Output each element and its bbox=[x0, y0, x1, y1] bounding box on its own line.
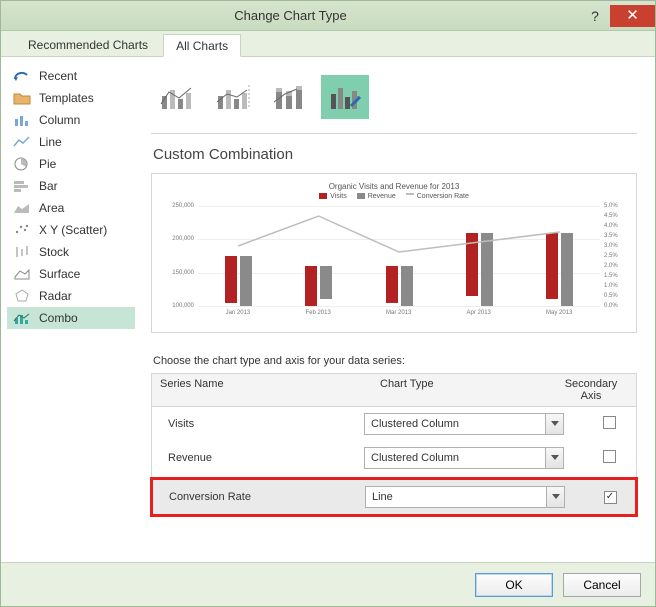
sidebar-item-area[interactable]: Area bbox=[7, 197, 135, 219]
sidebar-item-label: Stock bbox=[39, 245, 69, 259]
section-title: Custom Combination bbox=[153, 146, 637, 163]
surface-chart-icon bbox=[13, 267, 31, 281]
main-panel: Custom Combination Organic Visits and Re… bbox=[141, 57, 655, 562]
sidebar-item-label: Pie bbox=[39, 157, 56, 171]
tab-recommended-charts[interactable]: Recommended Charts bbox=[15, 33, 161, 56]
chevron-down-icon bbox=[545, 448, 563, 468]
chart-type-select-visits[interactable]: Clustered Column bbox=[364, 413, 564, 435]
close-button[interactable]: ✕ bbox=[610, 5, 655, 27]
chart-preview: Organic Visits and Revenue for 2013 Visi… bbox=[151, 173, 637, 333]
sidebar-item-bar[interactable]: Bar bbox=[7, 175, 135, 197]
secondary-axis-checkbox-visits[interactable] bbox=[603, 416, 616, 429]
header-chart-type: Chart Type bbox=[372, 374, 546, 406]
sidebar-item-surface[interactable]: Surface bbox=[7, 263, 135, 285]
y-axis-right: 5.0%4.5%4.0%3.5%3.0%2.5%2.0%1.5%1.0%0.5%… bbox=[602, 206, 624, 306]
dialog-body: Recent Templates Column Line Pie Bar bbox=[1, 57, 655, 562]
sidebar-item-label: Radar bbox=[39, 289, 72, 303]
tab-all-charts[interactable]: All Charts bbox=[163, 34, 241, 57]
sidebar-item-label: Bar bbox=[39, 179, 58, 193]
select-value: Clustered Column bbox=[365, 452, 545, 464]
series-table-header: Series Name Chart Type Secondary Axis bbox=[152, 374, 636, 407]
combo-subtype-row bbox=[153, 75, 637, 119]
select-value: Line bbox=[366, 491, 546, 503]
legend-label: Conversion Rate bbox=[417, 193, 469, 200]
sidebar-item-radar[interactable]: Radar bbox=[7, 285, 135, 307]
recent-icon bbox=[13, 69, 31, 83]
sidebar-item-recent[interactable]: Recent bbox=[7, 65, 135, 87]
subtype-col-line[interactable] bbox=[153, 75, 201, 119]
subtype-col-line-2[interactable] bbox=[209, 75, 257, 119]
sidebar-item-label: Recent bbox=[39, 69, 77, 83]
series-name: Revenue bbox=[168, 452, 364, 464]
y-axis-left: 250,000200,000150,000100,000 bbox=[164, 206, 196, 306]
header-series-name: Series Name bbox=[152, 374, 372, 406]
ok-button[interactable]: OK bbox=[475, 573, 553, 597]
legend-label: Revenue bbox=[368, 193, 396, 200]
radar-chart-icon bbox=[13, 289, 31, 303]
area-chart-icon bbox=[13, 201, 31, 215]
sidebar-item-column[interactable]: Column bbox=[7, 109, 135, 131]
cancel-button[interactable]: Cancel bbox=[563, 573, 641, 597]
legend-label: Visits bbox=[330, 193, 347, 200]
tabs: Recommended Charts All Charts bbox=[1, 31, 655, 57]
sidebar-item-combo[interactable]: Combo bbox=[7, 307, 135, 329]
dialog-window: Change Chart Type ? ✕ Recommended Charts… bbox=[0, 0, 656, 607]
sidebar-item-label: Surface bbox=[39, 267, 80, 281]
sidebar-item-label: X Y (Scatter) bbox=[39, 223, 107, 237]
sidebar-item-templates[interactable]: Templates bbox=[7, 87, 135, 109]
x-axis: Jan 2013Feb 2013Mar 2013Apr 2013May 2013 bbox=[198, 310, 600, 316]
select-value: Clustered Column bbox=[365, 418, 545, 430]
pie-chart-icon bbox=[13, 157, 31, 171]
series-instruction: Choose the chart type and axis for your … bbox=[153, 355, 637, 367]
sidebar-item-label: Area bbox=[39, 201, 64, 215]
column-chart-icon bbox=[13, 113, 31, 127]
header-secondary-axis: Secondary Axis bbox=[546, 374, 636, 406]
series-row-revenue: Revenue Clustered Column bbox=[152, 441, 636, 475]
subtype-custom[interactable] bbox=[321, 75, 369, 119]
series-row-conversion-rate: Conversion Rate Line ✓ bbox=[150, 477, 638, 517]
line-overlay bbox=[198, 206, 600, 306]
chart-title: Organic Visits and Revenue for 2013 bbox=[162, 182, 626, 191]
line-chart-icon bbox=[13, 135, 31, 149]
bar-chart-icon bbox=[13, 179, 31, 193]
chart-category-sidebar: Recent Templates Column Line Pie Bar bbox=[1, 57, 141, 562]
combo-chart-icon bbox=[13, 311, 31, 325]
sidebar-item-stock[interactable]: Stock bbox=[7, 241, 135, 263]
secondary-axis-checkbox-conversion[interactable]: ✓ bbox=[604, 491, 617, 504]
series-row-visits: Visits Clustered Column bbox=[152, 407, 636, 441]
folder-icon bbox=[13, 91, 31, 105]
sidebar-item-label: Column bbox=[39, 113, 80, 127]
series-name: Conversion Rate bbox=[169, 491, 365, 503]
secondary-axis-checkbox-revenue[interactable] bbox=[603, 450, 616, 463]
titlebar: Change Chart Type ? ✕ bbox=[1, 1, 655, 31]
scatter-chart-icon bbox=[13, 223, 31, 237]
chart-type-select-revenue[interactable]: Clustered Column bbox=[364, 447, 564, 469]
plot-area: 250,000200,000150,000100,000 5.0%4.5%4.0… bbox=[198, 206, 600, 306]
series-table: Series Name Chart Type Secondary Axis Vi… bbox=[151, 373, 637, 516]
chevron-down-icon bbox=[546, 487, 564, 507]
sidebar-item-label: Line bbox=[39, 135, 62, 149]
sidebar-item-label: Templates bbox=[39, 91, 94, 105]
dialog-footer: OK Cancel bbox=[1, 562, 655, 606]
chevron-down-icon bbox=[545, 414, 563, 434]
sidebar-item-line[interactable]: Line bbox=[7, 131, 135, 153]
sidebar-item-pie[interactable]: Pie bbox=[7, 153, 135, 175]
series-name: Visits bbox=[168, 418, 364, 430]
chart-legend: Visits Revenue Conversion Rate bbox=[162, 193, 626, 200]
help-button[interactable]: ? bbox=[580, 8, 610, 24]
dialog-title: Change Chart Type bbox=[1, 8, 580, 23]
chart-type-select-conversion[interactable]: Line bbox=[365, 486, 565, 508]
sidebar-item-label: Combo bbox=[39, 311, 78, 325]
divider bbox=[151, 133, 637, 134]
subtype-stacked-line[interactable] bbox=[265, 75, 313, 119]
sidebar-item-scatter[interactable]: X Y (Scatter) bbox=[7, 219, 135, 241]
stock-chart-icon bbox=[13, 245, 31, 259]
